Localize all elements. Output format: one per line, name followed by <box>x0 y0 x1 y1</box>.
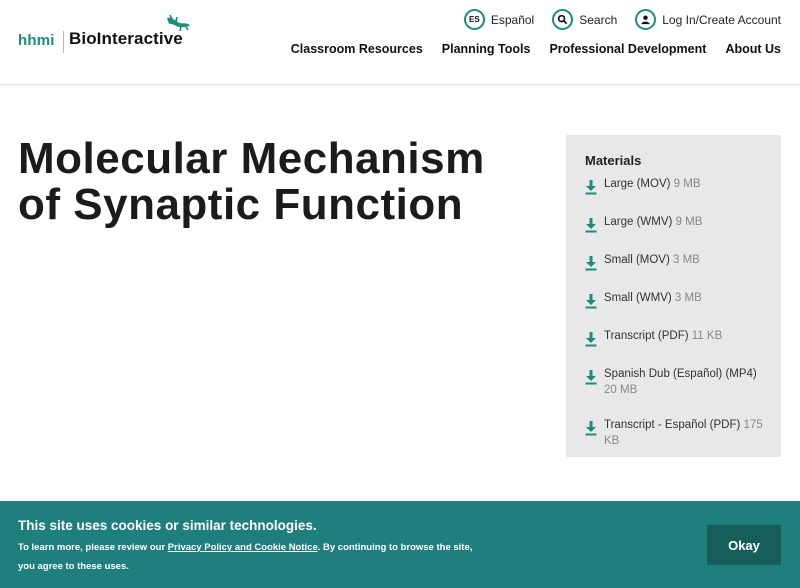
espanol-link[interactable]: ES Español <box>463 9 535 30</box>
search-label: Search <box>579 12 618 27</box>
utility-nav: ES Español Search Log In/Create Account <box>463 9 781 30</box>
logo-divider <box>63 31 64 53</box>
material-name: Small (WMV) <box>604 292 672 304</box>
material-name: Large (MOV) <box>604 178 671 190</box>
material-name: Small (MOV) <box>604 254 670 266</box>
material-size: 9 MB <box>675 216 703 228</box>
page-title: Molecular Mechanism of Synaptic Function <box>18 134 485 229</box>
material-label: Large (MOV) 9 MB <box>604 176 701 192</box>
material-download-link[interactable]: Transcript - Español (PDF) 175 KB <box>585 417 763 449</box>
search-link[interactable]: Search <box>552 9 617 30</box>
material-download-link[interactable]: Small (MOV) 3 MB <box>585 252 763 271</box>
user-icon <box>635 9 657 30</box>
material-name: Spanish Dub (Español) (MP4) <box>604 368 757 380</box>
material-download-link[interactable]: Spanish Dub (Español) (MP4) 20 MB <box>585 366 763 398</box>
cookie-heading: This site uses cookies or similar techno… <box>18 518 317 533</box>
cookie-okay-button[interactable]: Okay <box>707 525 781 565</box>
material-label: Transcript - Español (PDF) 175 KB <box>604 417 763 449</box>
es-badge-icon: ES <box>463 9 485 30</box>
nav-classroom-resources[interactable]: Classroom Resources <box>291 42 423 56</box>
download-icon <box>585 294 597 309</box>
download-icon <box>585 256 597 271</box>
nav-professional-development[interactable]: Professional Development <box>549 42 706 56</box>
material-name: Transcript (PDF) <box>604 330 689 342</box>
login-label: Log In/Create Account <box>662 12 781 27</box>
material-download-link[interactable]: Large (MOV) 9 MB <box>585 176 763 195</box>
material-size: 3 MB <box>674 292 702 304</box>
download-icon <box>585 218 597 233</box>
download-icon <box>585 370 597 385</box>
material-name: Large (WMV) <box>604 216 673 228</box>
material-label: Small (WMV) 3 MB <box>604 290 702 306</box>
material-name: Transcript - Español (PDF) <box>604 419 741 431</box>
login-link[interactable]: Log In/Create Account <box>635 9 781 30</box>
material-size: 3 MB <box>673 254 700 266</box>
biointeractive-logo[interactable]: hhmi BioInteractive <box>18 14 198 58</box>
material-label: Spanish Dub (Español) (MP4) 20 MB <box>604 366 763 398</box>
material-size: 20 MB <box>604 384 638 396</box>
material-label: Large (WMV) 9 MB <box>604 214 702 230</box>
hhmi-logo-text: hhmi <box>18 32 55 49</box>
main-nav: Classroom Resources Planning Tools Profe… <box>291 42 781 56</box>
download-icon <box>585 332 597 347</box>
nav-about-us[interactable]: About Us <box>725 42 781 56</box>
material-size: 11 KB <box>691 330 723 342</box>
material-download-link[interactable]: Large (WMV) 9 MB <box>585 214 763 233</box>
material-label: Transcript (PDF) 11 KB <box>604 328 722 344</box>
privacy-policy-link[interactable]: Privacy Policy and Cookie Notice <box>168 542 318 553</box>
download-icon <box>585 421 597 436</box>
biointeractive-logo-text: BioInteractive <box>69 29 183 48</box>
nav-planning-tools[interactable]: Planning Tools <box>442 42 531 56</box>
site-header: hhmi BioInteractive ES Español Search Lo… <box>0 0 800 85</box>
material-size: 9 MB <box>673 178 701 190</box>
search-icon <box>552 9 574 30</box>
cookie-text-before: To learn more, please review our <box>18 542 168 553</box>
materials-panel: Materials Large (MOV) 9 MB Large (WMV) 9 … <box>566 135 781 457</box>
materials-heading: Materials <box>585 153 642 168</box>
cookie-text: To learn more, please review our Privacy… <box>18 539 488 576</box>
material-download-link[interactable]: Transcript (PDF) 11 KB <box>585 328 763 347</box>
cookie-banner: This site uses cookies or similar techno… <box>0 501 800 588</box>
material-label: Small (MOV) 3 MB <box>604 252 700 268</box>
material-download-link[interactable]: Small (WMV) 3 MB <box>585 290 763 309</box>
espanol-label: Español <box>490 12 535 27</box>
materials-list: Large (MOV) 9 MB Large (WMV) 9 MB Small (M… <box>585 176 763 449</box>
download-icon <box>585 180 597 195</box>
